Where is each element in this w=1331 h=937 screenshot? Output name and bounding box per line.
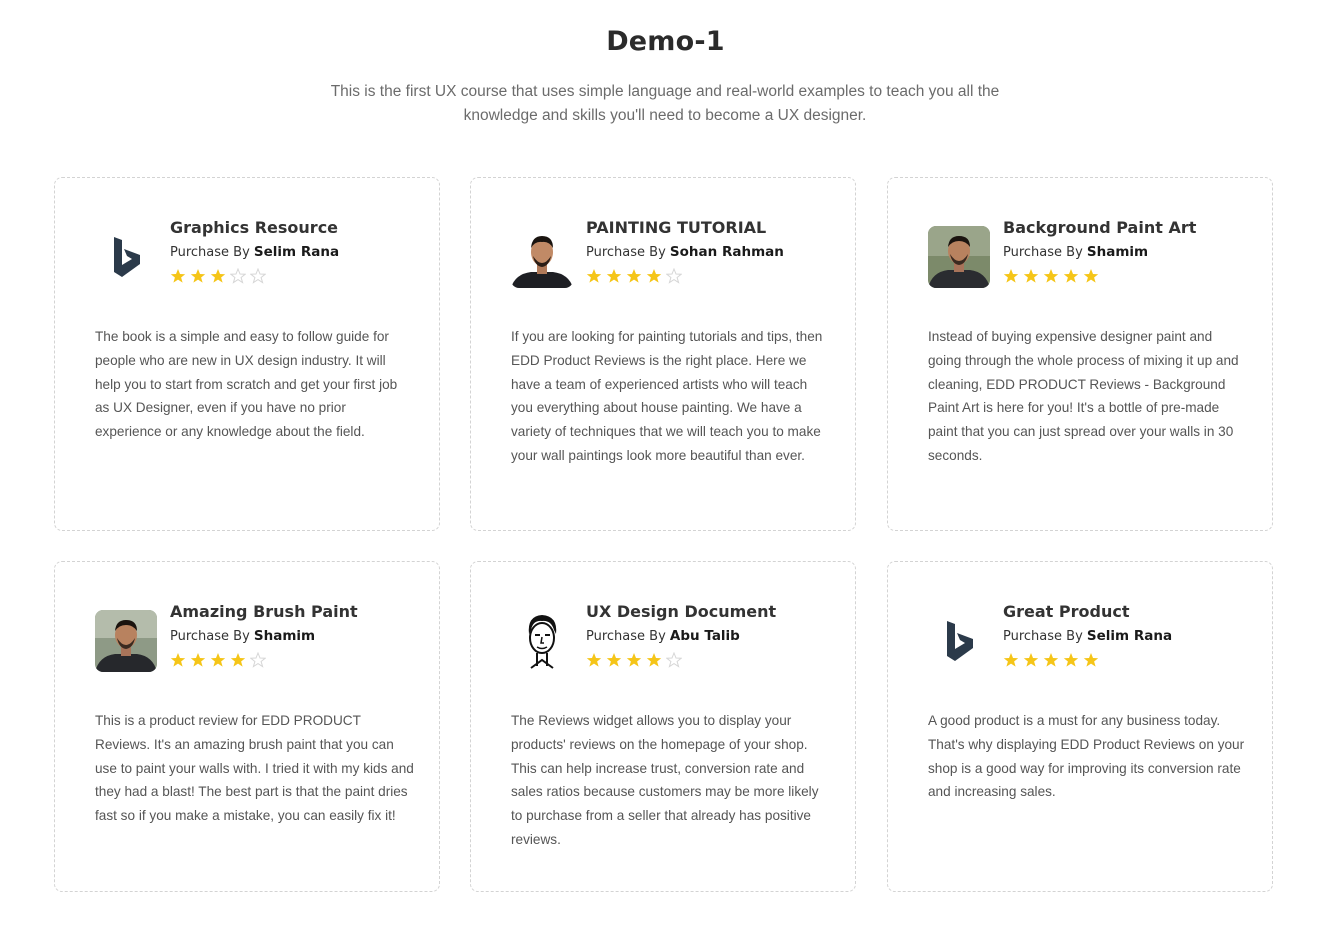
star-filled-icon — [210, 653, 226, 667]
review-card: Great Product Purchase By Selim Rana A g… — [887, 561, 1273, 892]
star-rating — [170, 268, 266, 284]
bing-logo-icon — [928, 610, 990, 672]
star-filled-icon — [190, 269, 206, 283]
star-empty-icon — [250, 652, 266, 668]
review-card: PAINTING TUTORIAL Purchase By Sohan Rahm… — [470, 177, 856, 531]
star-filled-icon — [170, 269, 186, 283]
star-filled-icon — [646, 269, 662, 283]
star-filled-icon — [626, 269, 642, 283]
card-title: Great Product — [1003, 602, 1130, 621]
star-empty-icon — [666, 268, 682, 284]
purchase-line: Purchase By Selim Rana — [1003, 628, 1172, 644]
star-rating — [1003, 268, 1099, 284]
purchase-prefix: Purchase By — [586, 629, 666, 644]
review-card: Background Paint Art Purchase By Shamim … — [887, 177, 1273, 531]
review-text: The book is a simple and easy to follow … — [95, 329, 398, 440]
purchase-prefix: Purchase By — [1003, 629, 1083, 644]
card-title: Background Paint Art — [1003, 218, 1197, 237]
avatar — [95, 610, 157, 672]
purchaser-name: Shamim — [253, 628, 316, 644]
review-text: If you are looking for painting tutorial… — [511, 329, 823, 463]
purchase-prefix: Purchase By — [586, 245, 666, 260]
star-rating — [170, 652, 266, 668]
star-filled-icon — [170, 653, 186, 667]
purchase-prefix: Purchase By — [170, 629, 250, 644]
purchase-line: Purchase By Sohan Rahman — [586, 244, 784, 260]
star-filled-icon — [586, 269, 602, 283]
star-filled-icon — [1083, 653, 1099, 667]
review-text: A good product is a must for any busines… — [928, 713, 1245, 800]
purchase-line: Purchase By Selim Rana — [170, 244, 339, 260]
purchase-prefix: Purchase By — [170, 245, 250, 260]
star-empty-icon — [250, 268, 266, 284]
star-filled-icon — [190, 653, 206, 667]
star-rating — [586, 268, 682, 284]
star-filled-icon — [1003, 269, 1019, 283]
star-filled-icon — [1023, 653, 1039, 667]
card-title: Graphics Resource — [170, 218, 339, 237]
purchaser-name: Sohan Rahman — [669, 244, 784, 260]
review-card: UX Design Document Purchase By Abu Talib… — [470, 561, 856, 892]
star-filled-icon — [1063, 269, 1079, 283]
star-filled-icon — [1043, 653, 1059, 667]
bing-logo-icon — [95, 226, 157, 288]
purchaser-name: Selim Rana — [1086, 628, 1173, 644]
star-filled-icon — [1063, 653, 1079, 667]
purchase-line: Purchase By Shamim — [1003, 244, 1148, 260]
purchaser-name: Shamim — [1086, 244, 1149, 260]
star-filled-icon — [1003, 653, 1019, 667]
review-card: Graphics Resource Purchase By Selim Rana… — [54, 177, 440, 531]
purchaser-name: Selim Rana — [253, 244, 340, 260]
star-filled-icon — [1043, 269, 1059, 283]
avatar — [511, 226, 573, 288]
review-card: Amazing Brush Paint Purchase By Shamim T… — [54, 561, 440, 892]
review-text: This is a product review for EDD PRODUCT… — [95, 713, 414, 824]
purchaser-name: Abu Talib — [669, 628, 740, 644]
review-text: Instead of buying expensive designer pai… — [928, 329, 1239, 463]
star-empty-icon — [230, 268, 246, 284]
star-filled-icon — [1023, 269, 1039, 283]
purchase-line: Purchase By Abu Talib — [586, 628, 740, 644]
star-filled-icon — [606, 269, 622, 283]
star-empty-icon — [666, 652, 682, 668]
card-title: PAINTING TUTORIAL — [586, 218, 767, 237]
avatar — [928, 226, 990, 288]
star-filled-icon — [210, 269, 226, 283]
purchase-prefix: Purchase By — [1003, 245, 1083, 260]
card-title: UX Design Document — [586, 602, 777, 621]
star-filled-icon — [606, 653, 622, 667]
star-rating — [586, 652, 682, 668]
purchase-line: Purchase By Shamim — [170, 628, 315, 644]
star-rating — [1003, 652, 1099, 668]
avatar — [511, 610, 573, 672]
star-filled-icon — [646, 653, 662, 667]
star-filled-icon — [1083, 269, 1099, 283]
page-title: Demo-1 — [606, 26, 725, 57]
star-filled-icon — [626, 653, 642, 667]
review-text: The Reviews widget allows you to display… — [511, 713, 819, 847]
page-subtitle: This is the first UX course that uses si… — [330, 83, 1000, 124]
star-filled-icon — [586, 653, 602, 667]
star-filled-icon — [230, 653, 246, 667]
card-title: Amazing Brush Paint — [170, 602, 358, 621]
